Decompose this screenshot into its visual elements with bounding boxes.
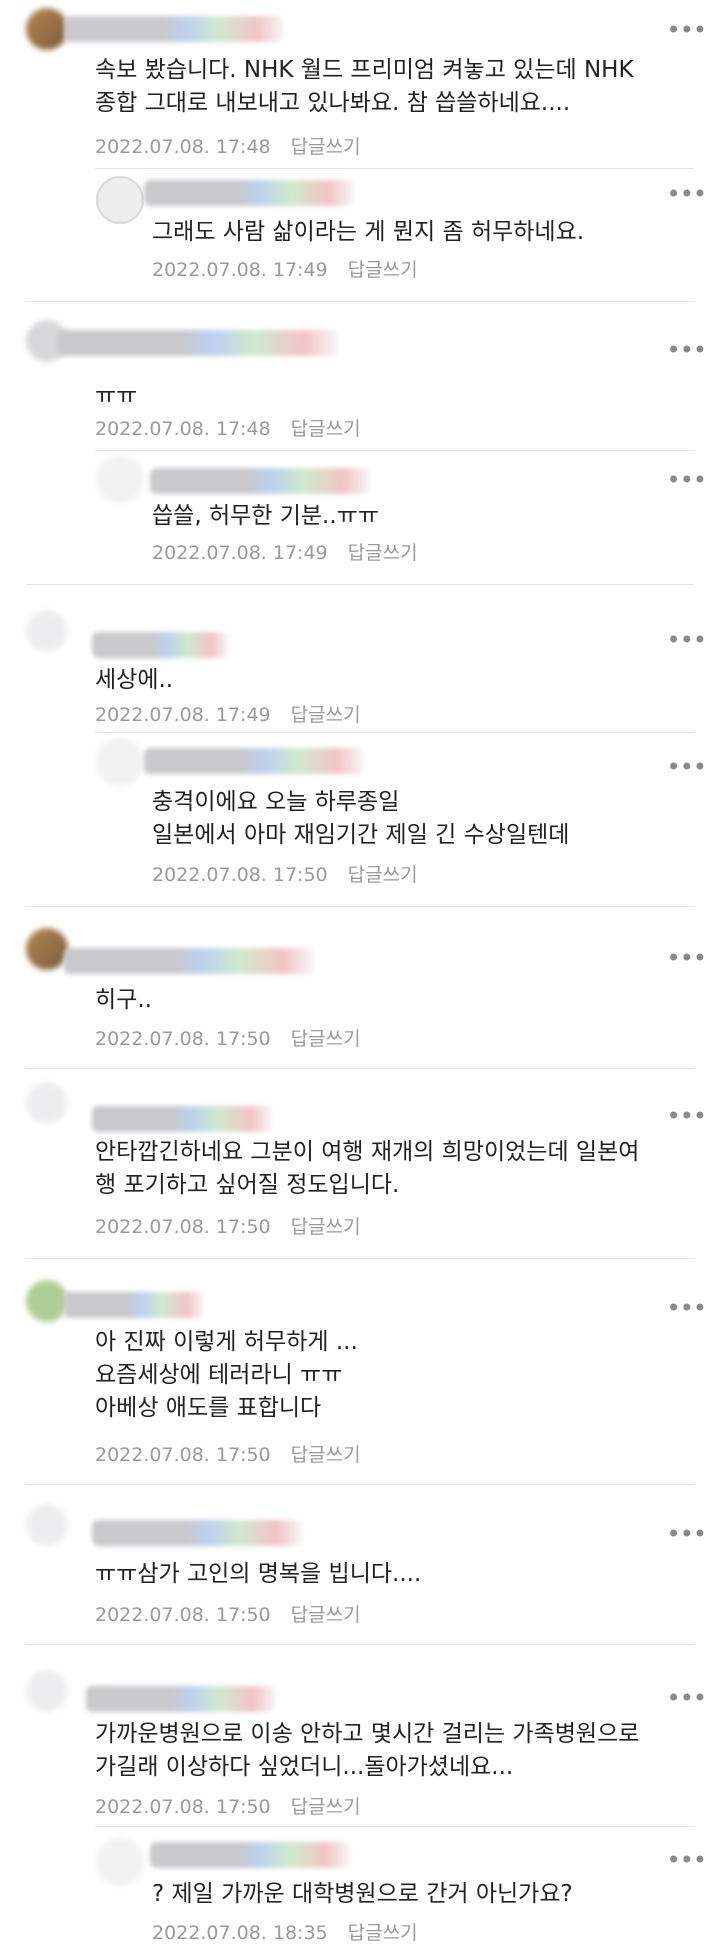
- reply-date: 2022.07.08. 18:35: [152, 1922, 328, 1944]
- comment-date: 2022.07.08. 17:48: [95, 136, 271, 158]
- reply-button[interactable]: 답글쓰기: [291, 1604, 361, 1626]
- reply-username-blurred[interactable]: [150, 1842, 350, 1868]
- reply-button[interactable]: 답글쓰기: [348, 1922, 418, 1944]
- comment-text: 히구..: [95, 987, 152, 1013]
- reply-avatar[interactable]: [96, 455, 144, 503]
- username-blurred[interactable]: [92, 632, 228, 658]
- reply-avatar[interactable]: [96, 738, 144, 786]
- more-options-icon[interactable]: •••: [667, 1104, 707, 1128]
- comment-text: 속보 봤습니다. NHK 월드 프리미엄 켜놓고 있는데 NHK 종합 그대로 …: [95, 57, 634, 116]
- reply-text: 씁쓸, 허무한 기분..ㅠㅠ: [152, 503, 379, 529]
- comment-text: ㅠㅠ: [95, 383, 138, 409]
- comment-date: 2022.07.08. 17:50: [95, 1604, 271, 1626]
- reply-button[interactable]: 답글쓰기: [291, 1216, 361, 1238]
- reply-meta: 2022.07.08. 17:49 답글쓰기: [152, 538, 418, 565]
- reply-date: 2022.07.08. 17:50: [152, 864, 328, 886]
- divider: [26, 1644, 694, 1645]
- divider: [26, 906, 694, 907]
- reply-meta: 2022.07.08. 17:49 답글쓰기: [152, 255, 418, 282]
- divider: [95, 168, 694, 169]
- avatar[interactable]: [26, 8, 68, 50]
- avatar[interactable]: [26, 1280, 68, 1322]
- username-blurred[interactable]: [64, 1292, 204, 1318]
- more-options-icon[interactable]: •••: [667, 1848, 707, 1872]
- more-options-icon[interactable]: •••: [667, 1296, 707, 1320]
- reply-button[interactable]: 답글쓰기: [291, 704, 361, 726]
- avatar[interactable]: [26, 1082, 68, 1124]
- divider: [26, 301, 694, 302]
- reply-button[interactable]: 답글쓰기: [291, 1028, 361, 1050]
- username-blurred[interactable]: [86, 1686, 276, 1712]
- comment-meta: 2022.07.08. 17:50 답글쓰기: [95, 1024, 361, 1051]
- reply-username-blurred[interactable]: [144, 748, 364, 774]
- more-options-icon[interactable]: •••: [667, 1522, 707, 1546]
- comment-date: 2022.07.08. 17:50: [95, 1216, 271, 1238]
- more-options-icon[interactable]: •••: [667, 1686, 707, 1710]
- comment-date: 2022.07.08. 17:50: [95, 1796, 271, 1818]
- reply-button[interactable]: 답글쓰기: [348, 542, 418, 564]
- more-options-icon[interactable]: •••: [667, 338, 707, 362]
- reply-button[interactable]: 답글쓰기: [291, 418, 361, 440]
- comment-text: ㅠㅠ삼가 고인의 명복을 빕니다....: [95, 1561, 422, 1587]
- reply-text: 충격이에요 오늘 하루종일 일본에서 아마 재임기간 제일 긴 수상일텐데: [152, 789, 570, 848]
- more-options-icon[interactable]: •••: [667, 755, 707, 779]
- reply-date: 2022.07.08. 17:49: [152, 259, 328, 281]
- more-options-icon[interactable]: •••: [667, 946, 707, 970]
- comment-meta: 2022.07.08. 17:49 답글쓰기: [95, 700, 361, 727]
- comment-meta: 2022.07.08. 17:50 답글쓰기: [95, 1600, 361, 1627]
- reply-meta: 2022.07.08. 17:50 답글쓰기: [152, 860, 418, 887]
- comment-date: 2022.07.08. 17:49: [95, 704, 271, 726]
- divider: [95, 450, 694, 451]
- comment-meta: 2022.07.08. 17:50 답글쓰기: [95, 1212, 361, 1239]
- reply-meta: 2022.07.08. 18:35 답글쓰기: [152, 1918, 418, 1945]
- reply-button[interactable]: 답글쓰기: [291, 1444, 361, 1466]
- comment-text: 안타깝긴하네요 그분이 여행 재개의 희망이었는데 일본여 행 포기하고 싶어질…: [95, 1139, 640, 1198]
- more-options-icon[interactable]: •••: [667, 628, 707, 652]
- reply-button[interactable]: 답글쓰기: [348, 864, 418, 886]
- comment-meta: 2022.07.08. 17:50 답글쓰기: [95, 1792, 361, 1819]
- avatar[interactable]: [26, 1670, 68, 1712]
- username-blurred[interactable]: [92, 1106, 272, 1132]
- username-blurred[interactable]: [92, 1520, 302, 1546]
- avatar[interactable]: [26, 928, 68, 970]
- reply-text: 그래도 사람 삶이라는 게 뭔지 좀 허무하네요.: [152, 219, 585, 245]
- username-blurred[interactable]: [58, 330, 338, 356]
- comment-meta: 2022.07.08. 17:48 답글쓰기: [95, 414, 361, 441]
- divider: [95, 732, 694, 733]
- divider: [26, 1484, 694, 1485]
- reply-button[interactable]: 답글쓰기: [348, 259, 418, 281]
- divider: [26, 1258, 694, 1259]
- avatar[interactable]: [26, 610, 68, 652]
- reply-button[interactable]: 답글쓰기: [291, 1796, 361, 1818]
- reply-avatar[interactable]: [96, 176, 144, 224]
- divider: [26, 1068, 694, 1069]
- comment-meta: 2022.07.08. 17:50 답글쓰기: [95, 1440, 361, 1467]
- comment-date: 2022.07.08. 17:50: [95, 1444, 271, 1466]
- username-blurred[interactable]: [64, 948, 314, 974]
- reply-text: ? 제일 가까운 대학병원으로 간거 아닌가요?: [152, 1881, 573, 1907]
- reply-avatar[interactable]: [96, 1838, 144, 1886]
- comment-text: 가까운병원으로 이송 안하고 몇시간 걸리는 가족병원으로 가길래 이상하다 싶…: [95, 1721, 640, 1780]
- comment-text: 아 진짜 이렇게 허무하게 ... 요즘세상에 테러라니 ㅠㅠ 아베상 애도를 …: [95, 1329, 358, 1421]
- comment-text: 세상에..: [95, 667, 174, 693]
- divider: [26, 584, 694, 585]
- reply-username-blurred[interactable]: [150, 468, 370, 494]
- more-options-icon[interactable]: •••: [667, 182, 707, 206]
- username-blurred[interactable]: [64, 16, 284, 42]
- more-options-icon[interactable]: •••: [667, 18, 707, 42]
- reply-date: 2022.07.08. 17:49: [152, 542, 328, 564]
- more-options-icon[interactable]: •••: [667, 468, 707, 492]
- reply-button[interactable]: 답글쓰기: [291, 136, 361, 158]
- comment-meta: 2022.07.08. 17:48 답글쓰기: [95, 132, 361, 159]
- comment-date: 2022.07.08. 17:48: [95, 418, 271, 440]
- reply-username-blurred[interactable]: [144, 180, 354, 206]
- avatar[interactable]: [26, 1504, 68, 1546]
- comment-date: 2022.07.08. 17:50: [95, 1028, 271, 1050]
- divider: [95, 1826, 694, 1827]
